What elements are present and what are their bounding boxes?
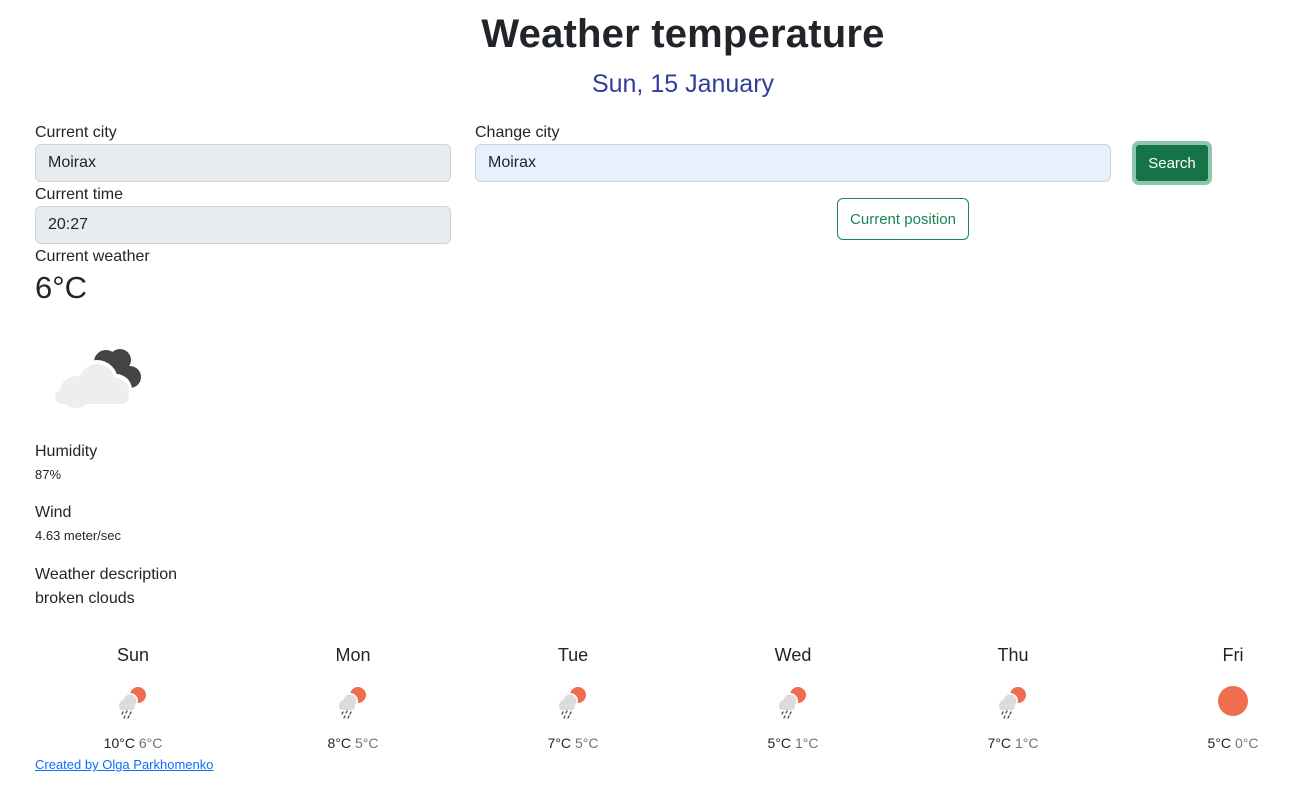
forecast-day: Mon 8°C 5°C [253, 645, 453, 751]
forecast-min-temp: 5°C [574, 735, 599, 751]
rain-sun-icon [997, 687, 1026, 719]
page-title: Weather temperature [481, 12, 885, 56]
weather-description-value: broken clouds [35, 590, 135, 607]
humidity-label: Humidity [35, 443, 98, 460]
forecast-min-temp: 1°C [1014, 735, 1039, 751]
forecast-day: Thu 7°C 1°C [913, 645, 1113, 751]
forecast-day-name: Thu [997, 645, 1029, 665]
forecast-day-name: Wed [774, 645, 812, 665]
forecast-max-temp: 7°C [547, 735, 572, 751]
wind-value: 4.63 meter/sec [35, 528, 121, 543]
forecast-day: Wed 5°C 1°C [693, 645, 893, 751]
forecast-day-name: Sun [116, 645, 150, 665]
wind-label: Wind [35, 504, 72, 521]
current-temperature: 6°C [35, 270, 88, 305]
rain-sun-icon [117, 687, 146, 719]
forecast-day: Sun 10°C 6°C [33, 645, 233, 751]
weather-description-label: Weather description [35, 566, 177, 583]
forecast-min-temp: 5°C [354, 735, 379, 751]
change-city-label: Change city [475, 124, 560, 141]
author-link[interactable]: Created by Olga Parkhomenko [35, 757, 213, 772]
current-date: Sun, 15 January [591, 70, 775, 98]
forecast-min-temp: 1°C [794, 735, 819, 751]
current-time-field: 20:27 [35, 206, 451, 244]
search-button[interactable]: Search [1132, 141, 1212, 185]
forecast-day-name: Tue [557, 645, 589, 665]
current-weather-label: Current weather [35, 248, 150, 265]
forecast-day: Tue 7°C 5°C [473, 645, 673, 751]
city-search-input[interactable] [475, 144, 1111, 182]
forecast-day: Fri 5°C 0°C [1133, 645, 1308, 751]
current-time-label: Current time [35, 186, 124, 203]
humidity-value: 87% [35, 467, 62, 482]
current-position-button[interactable]: Current position [837, 198, 969, 240]
forecast-max-temp: 7°C [987, 735, 1012, 751]
forecast-min-temp: 6°C [138, 735, 163, 751]
forecast-max-temp: 5°C [767, 735, 792, 751]
rain-sun-icon [777, 687, 806, 719]
current-city-label: Current city [35, 124, 117, 141]
rain-sun-icon [337, 687, 366, 719]
forecast-min-temp: 0°C [1234, 735, 1259, 751]
forecast-max-temp: 8°C [327, 735, 352, 751]
forecast-max-temp: 5°C [1207, 735, 1232, 751]
broken-clouds-icon [55, 349, 141, 410]
rain-sun-icon [557, 687, 586, 719]
forecast-day-name: Mon [335, 645, 371, 665]
sun-icon [1218, 686, 1248, 716]
forecast-day-name: Fri [1222, 645, 1244, 665]
current-city-field: Moirax [35, 144, 451, 182]
forecast-max-temp: 10°C [103, 735, 135, 751]
